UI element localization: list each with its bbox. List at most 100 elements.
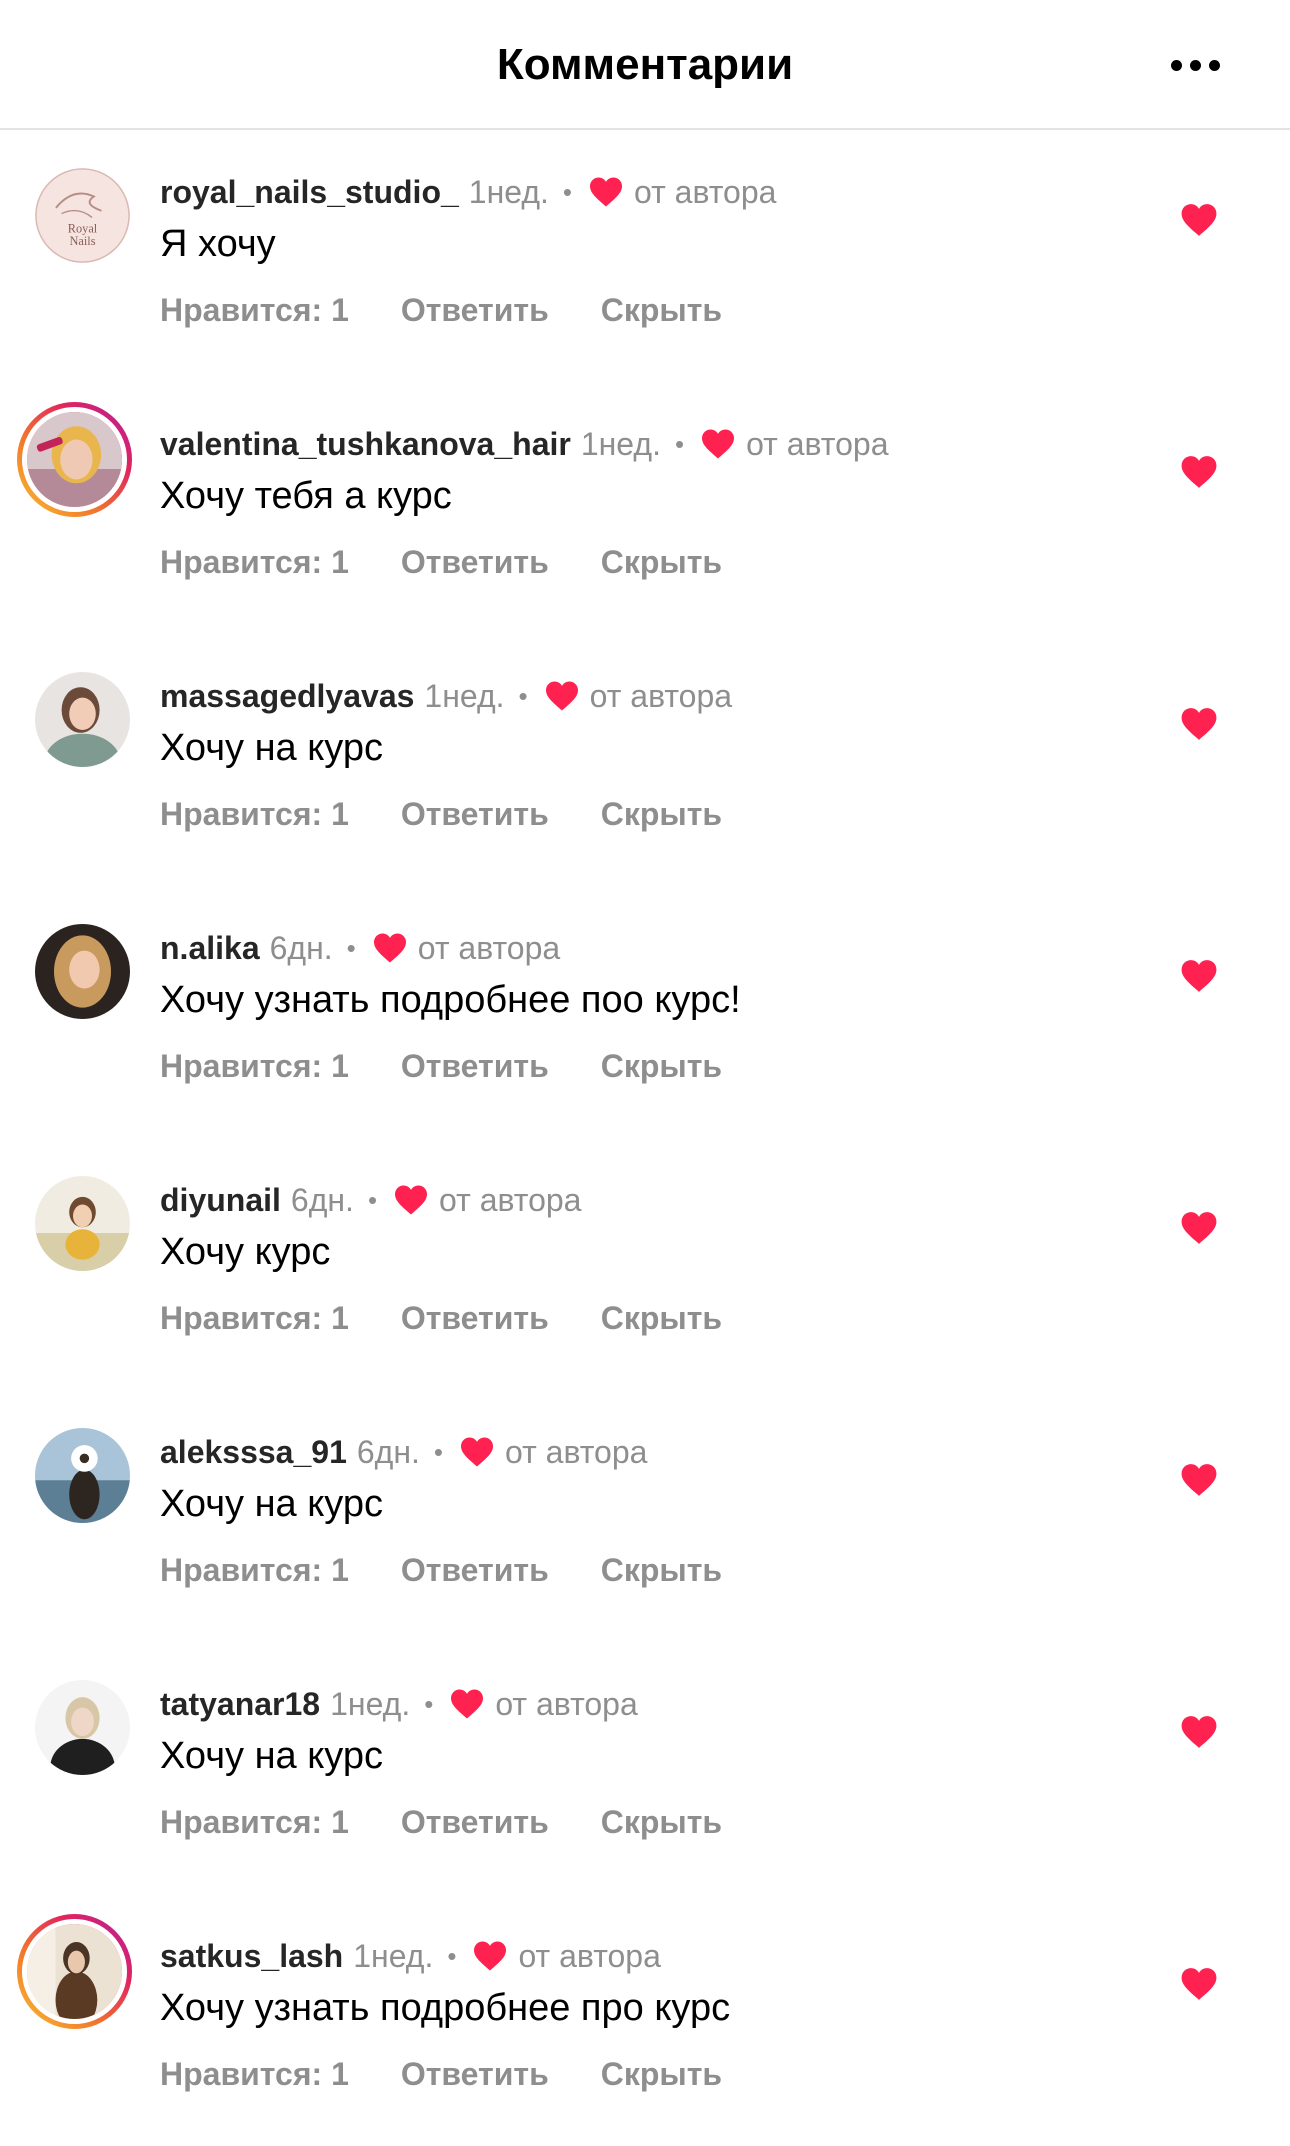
separator-dot: •	[346, 933, 356, 963]
likes-count-button[interactable]: Нравится: 1	[160, 1546, 349, 1594]
hide-button[interactable]: Скрыть	[601, 1798, 722, 1846]
avatar-image	[27, 412, 122, 507]
comment-time: 6дн.	[290, 1182, 354, 1218]
author-like-label: от автора	[505, 1434, 648, 1470]
like-button[interactable]	[1180, 958, 1218, 994]
reply-button[interactable]: Ответить	[401, 1798, 549, 1846]
username-link[interactable]: diyunail	[160, 1176, 281, 1224]
like-button[interactable]	[1180, 1966, 1218, 2002]
avatar-with-story-ring[interactable]	[17, 402, 132, 517]
author-heart-icon	[459, 1436, 495, 1468]
comment-item: valentina_tushkanova_hair 1нед. • от авт…	[0, 382, 1290, 634]
hide-button[interactable]: Скрыть	[601, 1042, 722, 1090]
author-like-label: от автора	[439, 1182, 582, 1218]
hide-button[interactable]: Скрыть	[601, 1294, 722, 1342]
likes-count-button[interactable]: Нравится: 1	[160, 790, 349, 838]
username-link[interactable]: tatyanar18	[160, 1680, 320, 1728]
avatar[interactable]	[35, 1680, 130, 1775]
hide-button[interactable]: Скрыть	[601, 538, 722, 586]
likes-count-button[interactable]: Нравится: 1	[160, 1798, 349, 1846]
reply-button[interactable]: Ответить	[401, 790, 549, 838]
hide-button[interactable]: Скрыть	[601, 2050, 722, 2098]
author-like-label: от автора	[518, 1938, 661, 1974]
avatar-with-story-ring[interactable]	[17, 1914, 132, 2029]
more-horizontal-icon	[1170, 59, 1182, 71]
avatar[interactable]: Royal Nails	[35, 168, 130, 263]
heart-icon	[1181, 708, 1217, 740]
username-link[interactable]: aleksssa_91	[160, 1428, 347, 1476]
comment-meta: massagedlyavas 1нед. • от автора	[160, 672, 732, 720]
comment-time: 6дн.	[269, 930, 333, 966]
reply-button[interactable]: Ответить	[401, 538, 549, 586]
comment-meta: diyunail 6дн. • от автора	[160, 1176, 581, 1224]
comment-text: Я хочу	[160, 223, 276, 265]
reply-button[interactable]: Ответить	[401, 2050, 549, 2098]
comment-meta: royal_nails_studio_ 1нед. • от автора	[160, 168, 776, 216]
hide-button[interactable]: Скрыть	[601, 790, 722, 838]
like-button[interactable]	[1180, 706, 1218, 742]
comment-time: 6дн.	[356, 1434, 420, 1470]
likes-count-button[interactable]: Нравится: 1	[160, 1294, 349, 1342]
reply-button[interactable]: Ответить	[401, 1042, 549, 1090]
avatar[interactable]	[35, 1176, 130, 1271]
comment-actions: Нравится: 1 Ответить Скрыть	[160, 1042, 722, 1090]
comment-text: Хочу тебя а курс	[160, 475, 452, 517]
avatar	[22, 407, 127, 512]
username-link[interactable]: n.alika	[160, 924, 260, 972]
like-button[interactable]	[1180, 1714, 1218, 1750]
likes-count-button[interactable]: Нравится: 1	[160, 538, 349, 586]
like-button[interactable]	[1180, 1210, 1218, 1246]
avatar[interactable]	[35, 1428, 130, 1523]
reply-button[interactable]: Ответить	[401, 286, 549, 334]
author-like-label: от автора	[495, 1686, 638, 1722]
hide-button[interactable]: Скрыть	[601, 1546, 722, 1594]
heart-icon	[1181, 1968, 1217, 2000]
heart-icon	[1181, 456, 1217, 488]
heart-icon	[1181, 1464, 1217, 1496]
avatar-image	[35, 1176, 130, 1271]
heart-icon	[1181, 204, 1217, 236]
reply-button[interactable]: Ответить	[401, 1546, 549, 1594]
author-heart-icon	[700, 428, 736, 460]
comment-time: 1нед.	[330, 1686, 411, 1722]
author-heart-icon	[449, 1688, 485, 1720]
comment-actions: Нравится: 1 Ответить Скрыть	[160, 538, 722, 586]
comment-text: Хочу на курс	[160, 1483, 384, 1525]
separator-dot: •	[433, 1437, 443, 1467]
avatar[interactable]	[35, 924, 130, 1019]
comment-item: massagedlyavas 1нед. • от автора Хочу на…	[0, 634, 1290, 886]
username-link[interactable]: valentina_tushkanova_hair	[160, 420, 571, 468]
avatar-image: Royal Nails	[35, 168, 130, 263]
comment-meta: satkus_lash 1нед. • от автора	[160, 1932, 661, 1980]
more-options-button[interactable]	[1160, 40, 1230, 90]
svg-text:Nails: Nails	[69, 234, 95, 248]
comment-time: 1нед.	[353, 1938, 434, 1974]
username-link[interactable]: royal_nails_studio_	[160, 168, 459, 216]
avatar[interactable]	[35, 672, 130, 767]
author-like-label: от автора	[589, 678, 733, 714]
likes-count-button[interactable]: Нравится: 1	[160, 2050, 349, 2098]
like-button[interactable]	[1180, 454, 1218, 490]
comment-time: 1нед.	[468, 174, 549, 210]
comment-list: Royal Nails royal_nails_studio_ 1нед. • …	[0, 130, 1290, 2146]
author-like-label: от автора	[417, 930, 561, 966]
author-heart-icon	[372, 932, 408, 964]
comment-item: Royal Nails royal_nails_studio_ 1нед. • …	[0, 130, 1290, 382]
heart-icon	[1181, 1212, 1217, 1244]
likes-count-button[interactable]: Нравится: 1	[160, 1042, 349, 1090]
username-link[interactable]: massagedlyavas	[160, 672, 414, 720]
likes-count-button[interactable]: Нравится: 1	[160, 286, 349, 334]
like-button[interactable]	[1180, 1462, 1218, 1498]
comment-item: satkus_lash 1нед. • от автора Хочу узнат…	[0, 1894, 1290, 2146]
comment-text: Хочу узнать подробнее про курс	[160, 1987, 731, 2029]
reply-button[interactable]: Ответить	[401, 1294, 549, 1342]
comment-meta: valentina_tushkanova_hair 1нед. • от авт…	[160, 420, 888, 468]
like-button[interactable]	[1180, 202, 1218, 238]
hide-button[interactable]: Скрыть	[601, 286, 722, 334]
username-link[interactable]: satkus_lash	[160, 1932, 343, 1980]
separator-dot: •	[562, 177, 573, 207]
comment-text: Хочу узнать подробнее поо курс!	[160, 979, 741, 1021]
comment-actions: Нравится: 1 Ответить Скрыть	[160, 1546, 722, 1594]
avatar-image	[35, 924, 130, 1019]
comment-actions: Нравится: 1 Ответить Скрыть	[160, 1798, 722, 1846]
